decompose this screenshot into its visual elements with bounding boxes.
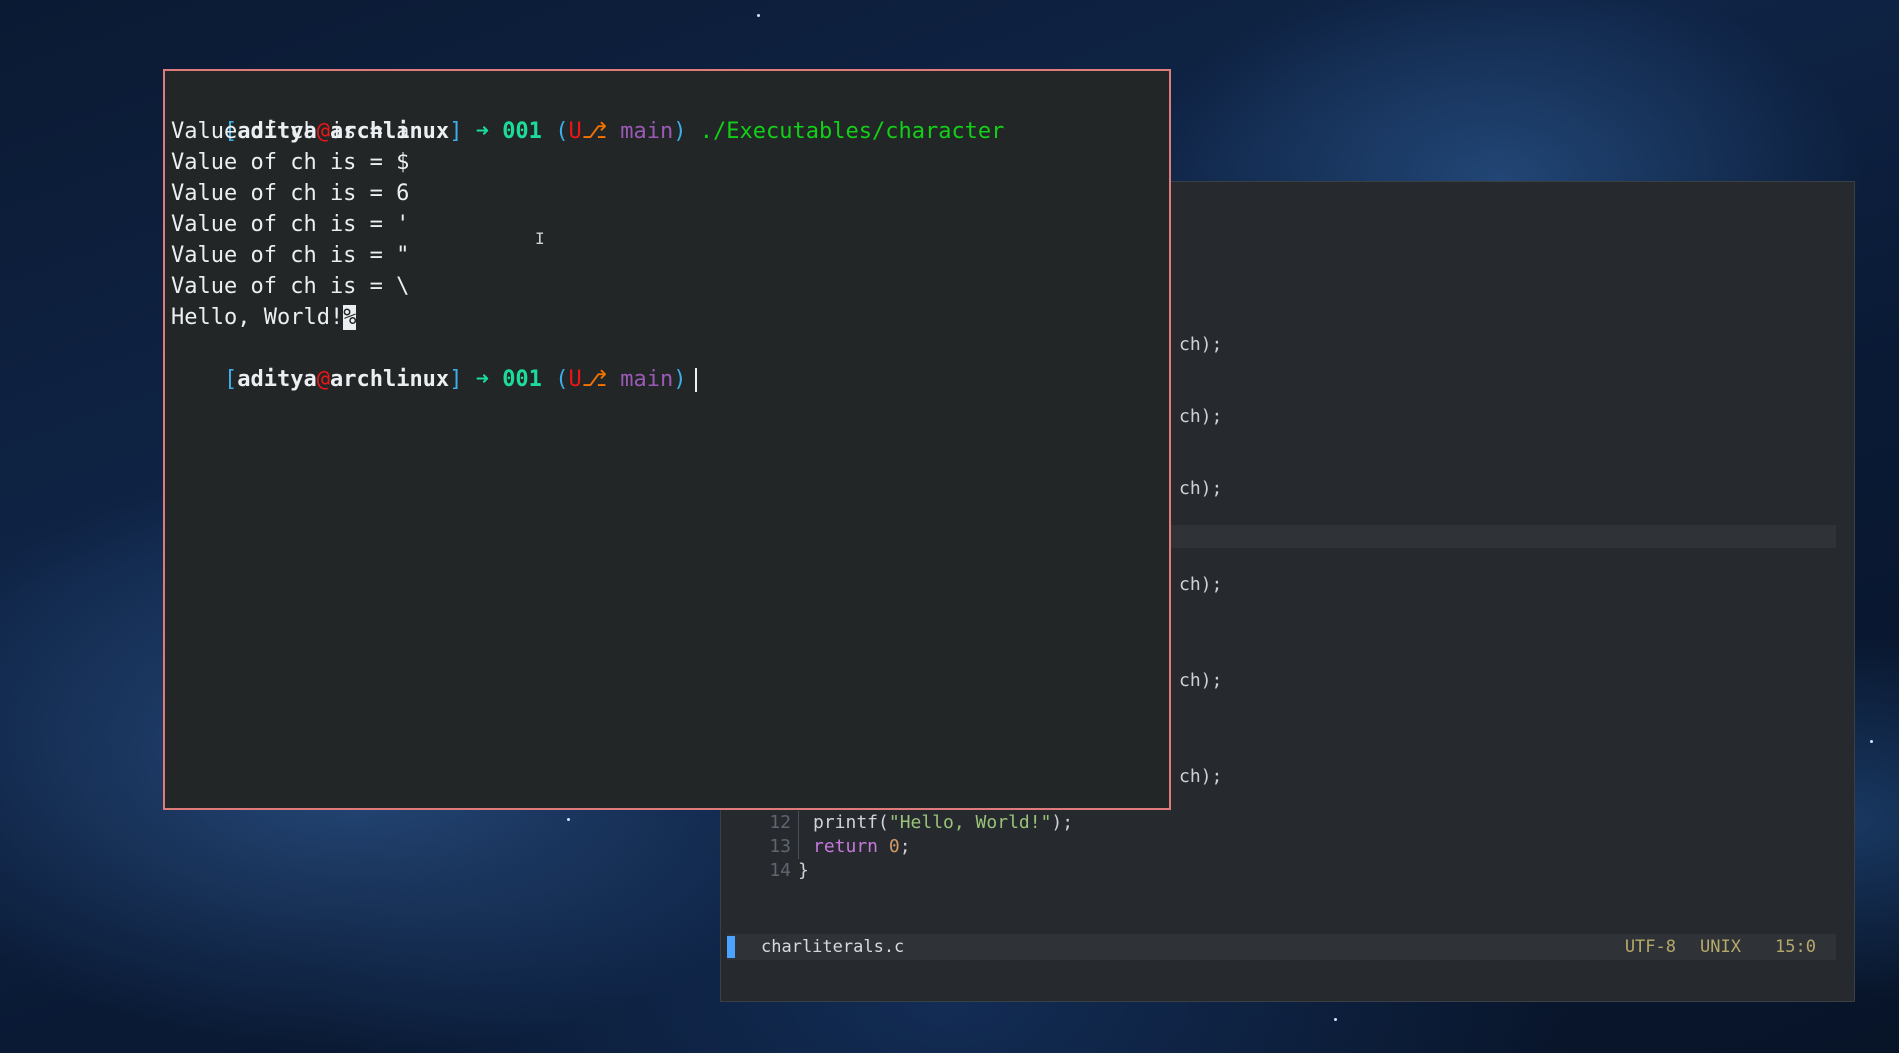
output-line: Value of ch is = $ (171, 150, 410, 175)
prompt-bracket: [ (223, 367, 238, 392)
text-cursor (694, 368, 697, 392)
prompt-line[interactable]: [aditya@archlinux] ➜ 001 (U⎇ main) (171, 333, 697, 392)
prompt-counter: 001 (502, 119, 542, 144)
output-line: Value of ch is = a (171, 119, 410, 144)
prompt-counter: 001 (502, 367, 542, 392)
no-newline-marker: % (343, 305, 357, 330)
keyword: return (813, 836, 879, 857)
code-fragment: ch); (1179, 406, 1223, 427)
git-branch-icon: ⎇ (581, 119, 608, 144)
output-line: Value of ch is = ' (171, 212, 410, 237)
status-line-ending: UNIX (1700, 937, 1741, 957)
status-cursor-position: 15:0 (1775, 937, 1816, 957)
code-fragment: ch); (1179, 766, 1223, 787)
gutter-divider (798, 811, 799, 835)
editor-statusbar: charliterals.c UTF-8 UNIX 15:0 (727, 934, 1836, 960)
terminal-window[interactable]: [aditya@archlinux] ➜ 001 (U⎇ main) ./Exe… (163, 69, 1171, 810)
code-fragment: ch); (1179, 670, 1223, 691)
code-token: printf( (813, 812, 889, 833)
git-branch-icon: ⎇ (581, 367, 608, 392)
output-line: Value of ch is = \ (171, 274, 410, 299)
output-line: Value of ch is = " (171, 243, 410, 268)
prompt-arrow-icon: ➜ (475, 367, 489, 392)
output-text: Hello, World! (171, 305, 344, 330)
code-token: ); (1051, 812, 1074, 833)
prompt-paren: ( (555, 367, 569, 392)
git-status: U (568, 119, 582, 144)
line-number: 14 (769, 860, 791, 881)
git-status: U (568, 367, 582, 392)
prompt-paren: ) (673, 119, 687, 144)
prompt-bracket: ] (449, 119, 463, 144)
code-line[interactable]: 12 printf("Hello, World!"); (721, 811, 1854, 835)
gutter-divider (798, 835, 799, 859)
background-star (1870, 740, 1873, 743)
prompt-bracket: ] (449, 367, 463, 392)
prompt-arrow-icon: ➜ (475, 119, 489, 144)
prompt-at: @ (316, 367, 330, 392)
number-literal: 0 (888, 836, 900, 857)
prompt-host: archlinux (329, 367, 450, 392)
background-star (757, 14, 760, 17)
prompt-paren: ) (673, 367, 687, 392)
code-text: } (798, 860, 809, 881)
background-star (1334, 1018, 1337, 1021)
prompt-user: aditya (237, 367, 317, 392)
prompt-line: [aditya@archlinux] ➜ 001 (U⎇ main) ./Exe… (171, 85, 1004, 144)
mode-indicator (727, 936, 735, 958)
output-line: Value of ch is = 6 (171, 181, 410, 206)
command-text: ./Executables/character (699, 119, 1005, 144)
string-literal: "Hello, World!" (888, 812, 1052, 833)
git-branch: main (620, 367, 674, 392)
output-line: Hello, World!% (171, 302, 357, 333)
code-line[interactable]: 14 } (721, 859, 1854, 883)
code-text: printf("Hello, World!"); (813, 811, 1073, 835)
status-encoding: UTF-8 (1624, 937, 1676, 957)
code-line[interactable]: 13 return 0; (721, 835, 1854, 859)
code-fragment: ch); (1179, 574, 1223, 595)
background-star (567, 818, 570, 821)
code-text: return 0; (813, 835, 911, 859)
status-filename: charliterals.c (761, 937, 905, 957)
code-fragment: ch); (1179, 334, 1223, 355)
code-token: ; (899, 836, 911, 857)
prompt-paren: ( (555, 119, 569, 144)
git-branch: main (620, 119, 674, 144)
code-fragment: ch); (1179, 478, 1223, 499)
line-number: 13 (769, 836, 791, 857)
mouse-ibeam-icon: I (535, 229, 545, 248)
line-number: 12 (769, 812, 791, 833)
